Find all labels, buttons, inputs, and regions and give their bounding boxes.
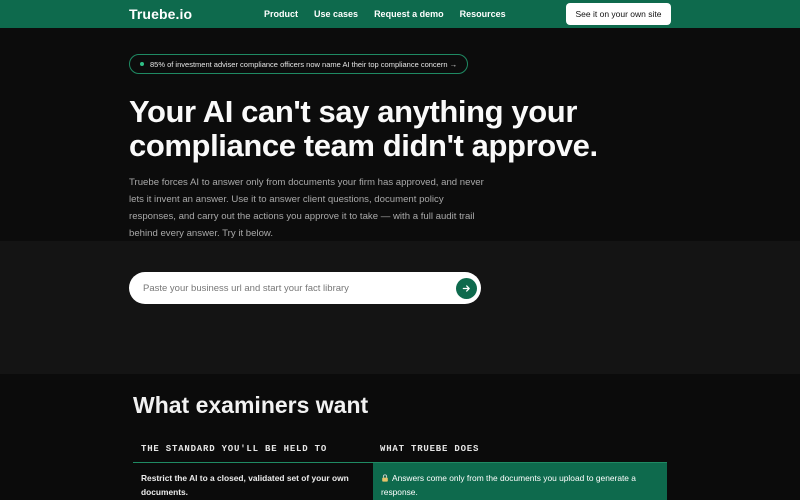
search-band	[0, 241, 800, 374]
table-cell-truebe: Answers come only from the documents you…	[373, 463, 667, 500]
page-title: Your AI can't say anything your complian…	[129, 95, 649, 163]
headline-line-2: compliance team didn't approve.	[129, 128, 598, 163]
nav-links: Product Use cases Request a demo Resourc…	[264, 0, 506, 28]
section-title: What examiners want	[133, 392, 369, 418]
see-it-on-site-button[interactable]: See it on your own site	[566, 3, 671, 25]
url-search-bar	[129, 272, 481, 304]
nav-link-product[interactable]: Product	[264, 9, 298, 19]
table-cell-standard: Restrict the AI to a closed, validated s…	[133, 463, 373, 500]
top-nav: Truebe.io Product Use cases Request a de…	[0, 0, 800, 28]
headline-line-1: Your AI can't say anything your	[129, 94, 577, 129]
stat-pill-link[interactable]: 85% of investment adviser compliance off…	[129, 54, 468, 74]
logo[interactable]: Truebe.io	[129, 6, 192, 22]
submit-url-button[interactable]	[456, 278, 477, 299]
nav-link-request-demo[interactable]: Request a demo	[374, 9, 444, 19]
arrow-right-icon	[462, 285, 470, 292]
pill-text: 85% of investment adviser compliance off…	[150, 59, 458, 69]
lock-icon	[382, 474, 388, 482]
nav-link-resources[interactable]: Resources	[460, 9, 506, 19]
truebe-cell-text: Answers come only from the documents you…	[381, 473, 636, 497]
hero-subtext: Truebe forces AI to answer only from doc…	[129, 177, 484, 239]
pill-dot-icon	[140, 62, 144, 66]
business-url-input[interactable]	[143, 279, 443, 297]
column-header-truebe: WHAT TRUEBE DOES	[380, 444, 480, 454]
nav-link-use-cases[interactable]: Use cases	[314, 9, 358, 19]
column-header-standard: THE STANDARD YOU'LL BE HELD TO	[141, 444, 328, 454]
